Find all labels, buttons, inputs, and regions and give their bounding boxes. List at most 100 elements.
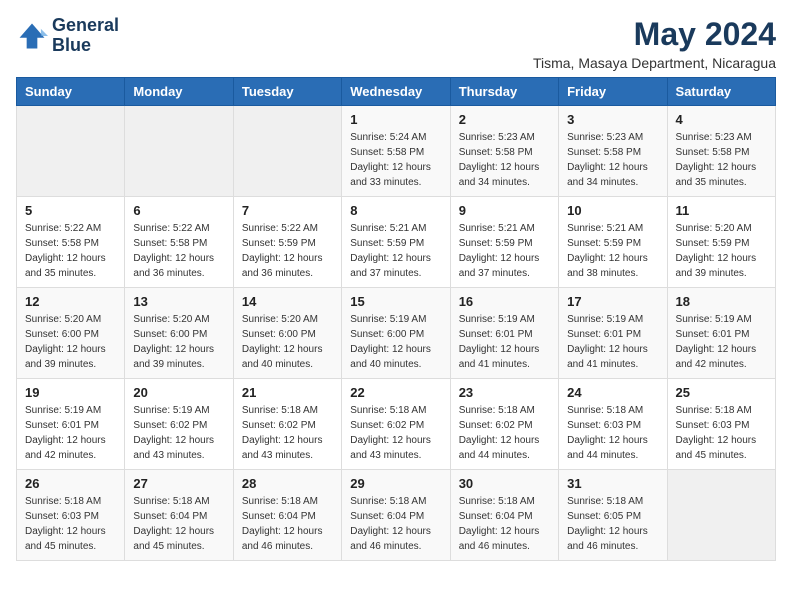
page-header: General Blue May 2024 Tisma, Masaya Depa… — [16, 16, 776, 71]
calendar-cell: 15 Sunrise: 5:19 AMSunset: 6:00 PMDayligh… — [342, 288, 450, 379]
calendar-cell: 23 Sunrise: 5:18 AMSunset: 6:02 PMDayligh… — [450, 379, 558, 470]
day-info: Sunrise: 5:19 AMSunset: 6:00 PMDaylight:… — [350, 312, 441, 372]
month-year: May 2024 — [533, 16, 776, 53]
calendar-cell: 10 Sunrise: 5:21 AMSunset: 5:59 PMDayligh… — [559, 197, 667, 288]
calendar-cell: 1 Sunrise: 5:24 AMSunset: 5:58 PMDaylight… — [342, 106, 450, 197]
day-number: 10 — [567, 203, 658, 218]
day-number: 12 — [25, 294, 116, 309]
calendar-cell: 12 Sunrise: 5:20 AMSunset: 6:00 PMDayligh… — [17, 288, 125, 379]
calendar-cell: 2Sunrise: 5:23 AMSunset: 5:58 PMDaylight… — [450, 106, 558, 197]
weekday-header-row: SundayMondayTuesdayWednesdayThursdayFrid… — [17, 78, 776, 106]
day-info: Sunrise: 5:19 AMSunset: 6:02 PMDaylight:… — [133, 403, 224, 463]
week-row-1: 1 Sunrise: 5:24 AMSunset: 5:58 PMDaylight… — [17, 106, 776, 197]
calendar-cell: 6 Sunrise: 5:22 AMSunset: 5:58 PMDaylight… — [125, 197, 233, 288]
calendar-cell: 21 Sunrise: 5:18 AMSunset: 6:02 PMDayligh… — [233, 379, 341, 470]
day-info: Sunrise: 5:20 AMSunset: 5:59 PMDaylight:… — [676, 221, 767, 281]
day-info: Sunrise: 5:18 AMSunset: 6:05 PMDaylight:… — [567, 494, 658, 554]
day-number: 19 — [25, 385, 116, 400]
calendar-cell: 31 Sunrise: 5:18 AMSunset: 6:05 PMDayligh… — [559, 470, 667, 561]
day-info: Sunrise: 5:18 AMSunset: 6:02 PMDaylight:… — [242, 403, 333, 463]
calendar-cell: 28 Sunrise: 5:18 AMSunset: 6:04 PMDayligh… — [233, 470, 341, 561]
day-number: 9 — [459, 203, 550, 218]
week-row-4: 19 Sunrise: 5:19 AMSunset: 6:01 PMDayligh… — [17, 379, 776, 470]
day-info: Sunrise: 5:18 AMSunset: 6:03 PMDaylight:… — [25, 494, 116, 554]
day-info: Sunrise: 5:23 AMSunset: 5:58 PMDaylight:… — [459, 130, 550, 190]
day-number: 6 — [133, 203, 224, 218]
day-info: Sunrise: 5:22 AMSunset: 5:58 PMDaylight:… — [25, 221, 116, 281]
day-number: 28 — [242, 476, 333, 491]
weekday-header-monday: Monday — [125, 78, 233, 106]
day-info: Sunrise: 5:18 AMSunset: 6:04 PMDaylight:… — [242, 494, 333, 554]
calendar-cell: 29 Sunrise: 5:18 AMSunset: 6:04 PMDayligh… — [342, 470, 450, 561]
weekday-header-tuesday: Tuesday — [233, 78, 341, 106]
calendar-cell: 5 Sunrise: 5:22 AMSunset: 5:58 PMDaylight… — [17, 197, 125, 288]
day-info: Sunrise: 5:21 AMSunset: 5:59 PMDaylight:… — [567, 221, 658, 281]
day-number: 18 — [676, 294, 767, 309]
day-number: 14 — [242, 294, 333, 309]
day-number: 1 — [350, 112, 441, 127]
calendar-cell: 7Sunrise: 5:22 AMSunset: 5:59 PMDaylight… — [233, 197, 341, 288]
day-number: 30 — [459, 476, 550, 491]
calendar-table: SundayMondayTuesdayWednesdayThursdayFrid… — [16, 77, 776, 561]
day-number: 31 — [567, 476, 658, 491]
day-info: Sunrise: 5:18 AMSunset: 6:03 PMDaylight:… — [676, 403, 767, 463]
day-number: 13 — [133, 294, 224, 309]
calendar-cell: 27 Sunrise: 5:18 AMSunset: 6:04 PMDayligh… — [125, 470, 233, 561]
day-number: 20 — [133, 385, 224, 400]
day-info: Sunrise: 5:24 AMSunset: 5:58 PMDaylight:… — [350, 130, 441, 190]
calendar-cell: 13Sunrise: 5:20 AMSunset: 6:00 PMDayligh… — [125, 288, 233, 379]
day-info: Sunrise: 5:19 AMSunset: 6:01 PMDaylight:… — [459, 312, 550, 372]
day-info: Sunrise: 5:18 AMSunset: 6:04 PMDaylight:… — [459, 494, 550, 554]
day-info: Sunrise: 5:18 AMSunset: 6:03 PMDaylight:… — [567, 403, 658, 463]
week-row-3: 12 Sunrise: 5:20 AMSunset: 6:00 PMDayligh… — [17, 288, 776, 379]
day-info: Sunrise: 5:20 AMSunset: 6:00 PMDaylight:… — [242, 312, 333, 372]
calendar-cell: 14 Sunrise: 5:20 AMSunset: 6:00 PMDayligh… — [233, 288, 341, 379]
calendar-cell: 24Sunrise: 5:18 AMSunset: 6:03 PMDayligh… — [559, 379, 667, 470]
day-info: Sunrise: 5:21 AMSunset: 5:59 PMDaylight:… — [350, 221, 441, 281]
weekday-header-sunday: Sunday — [17, 78, 125, 106]
day-number: 21 — [242, 385, 333, 400]
calendar-cell: 17Sunrise: 5:19 AMSunset: 6:01 PMDayligh… — [559, 288, 667, 379]
day-info: Sunrise: 5:18 AMSunset: 6:04 PMDaylight:… — [350, 494, 441, 554]
day-info: Sunrise: 5:23 AMSunset: 5:58 PMDaylight:… — [567, 130, 658, 190]
week-row-5: 26 Sunrise: 5:18 AMSunset: 6:03 PMDayligh… — [17, 470, 776, 561]
weekday-header-thursday: Thursday — [450, 78, 558, 106]
weekday-header-wednesday: Wednesday — [342, 78, 450, 106]
day-info: Sunrise: 5:18 AMSunset: 6:04 PMDaylight:… — [133, 494, 224, 554]
day-number: 4 — [676, 112, 767, 127]
day-number: 15 — [350, 294, 441, 309]
calendar-cell: 19 Sunrise: 5:19 AMSunset: 6:01 PMDayligh… — [17, 379, 125, 470]
day-number: 29 — [350, 476, 441, 491]
calendar-cell: 22Sunrise: 5:18 AMSunset: 6:02 PMDayligh… — [342, 379, 450, 470]
day-number: 25 — [676, 385, 767, 400]
day-number: 11 — [676, 203, 767, 218]
week-row-2: 5 Sunrise: 5:22 AMSunset: 5:58 PMDaylight… — [17, 197, 776, 288]
calendar-cell: 4 Sunrise: 5:23 AMSunset: 5:58 PMDaylight… — [667, 106, 775, 197]
calendar-cell: 9Sunrise: 5:21 AMSunset: 5:59 PMDaylight… — [450, 197, 558, 288]
day-info: Sunrise: 5:18 AMSunset: 6:02 PMDaylight:… — [459, 403, 550, 463]
logo: General Blue — [16, 16, 119, 56]
weekday-header-saturday: Saturday — [667, 78, 775, 106]
day-number: 27 — [133, 476, 224, 491]
calendar-cell: 11 Sunrise: 5:20 AMSunset: 5:59 PMDayligh… — [667, 197, 775, 288]
weekday-header-friday: Friday — [559, 78, 667, 106]
day-number: 23 — [459, 385, 550, 400]
calendar-cell — [125, 106, 233, 197]
day-number: 8 — [350, 203, 441, 218]
day-info: Sunrise: 5:19 AMSunset: 6:01 PMDaylight:… — [25, 403, 116, 463]
day-number: 22 — [350, 385, 441, 400]
calendar-cell — [667, 470, 775, 561]
day-info: Sunrise: 5:22 AMSunset: 5:58 PMDaylight:… — [133, 221, 224, 281]
day-number: 26 — [25, 476, 116, 491]
day-info: Sunrise: 5:23 AMSunset: 5:58 PMDaylight:… — [676, 130, 767, 190]
calendar-cell: 30 Sunrise: 5:18 AMSunset: 6:04 PMDayligh… — [450, 470, 558, 561]
calendar-cell: 25 Sunrise: 5:18 AMSunset: 6:03 PMDayligh… — [667, 379, 775, 470]
day-number: 16 — [459, 294, 550, 309]
calendar-cell — [17, 106, 125, 197]
calendar-cell: 8 Sunrise: 5:21 AMSunset: 5:59 PMDaylight… — [342, 197, 450, 288]
day-number: 5 — [25, 203, 116, 218]
day-number: 7 — [242, 203, 333, 218]
location: Tisma, Masaya Department, Nicaragua — [533, 55, 776, 71]
calendar-cell: 3Sunrise: 5:23 AMSunset: 5:58 PMDaylight… — [559, 106, 667, 197]
day-info: Sunrise: 5:20 AMSunset: 6:00 PMDaylight:… — [25, 312, 116, 372]
